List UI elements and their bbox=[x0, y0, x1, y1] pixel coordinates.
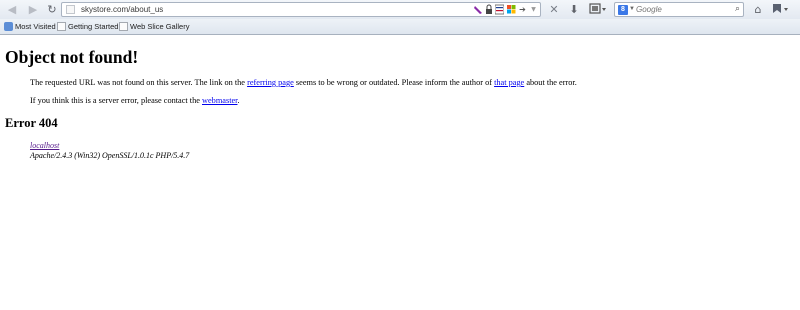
home-icon[interactable]: ⌂ bbox=[750, 2, 766, 17]
error-message: The requested URL was not found on this … bbox=[30, 77, 577, 88]
reload-icon[interactable]: ↻ bbox=[44, 2, 60, 17]
download-icon[interactable]: ⬇ bbox=[566, 2, 582, 17]
url-bar[interactable]: skystore.com/about_us ➔ ▼ bbox=[61, 2, 541, 17]
that-page-link[interactable]: that page bbox=[494, 78, 524, 87]
bookmark-getting-started[interactable]: Getting Started bbox=[68, 19, 118, 34]
message-text: . bbox=[237, 96, 240, 105]
server-error-message: If you think this is a server error, ple… bbox=[30, 95, 240, 106]
navigation-toolbar: ◀ ▶ ↻ skystore.com/about_us ➔ ▼ ✕ ⬇ 8 ▼ … bbox=[0, 0, 800, 19]
message-text: If you think this is a server error, ple… bbox=[30, 96, 202, 105]
most-visited-icon bbox=[4, 22, 13, 31]
bookmark-most-visited[interactable]: Most Visited bbox=[15, 19, 56, 34]
addon-icon[interactable] bbox=[474, 4, 483, 15]
message-text: seems to be wrong or outdated. Please in… bbox=[293, 78, 495, 87]
page-icon bbox=[119, 22, 128, 31]
engine-dropdown-icon[interactable]: ▼ bbox=[629, 4, 635, 15]
dropdown-icon[interactable]: ▼ bbox=[529, 4, 538, 15]
webmaster-link[interactable]: webmaster bbox=[202, 96, 237, 105]
search-bar[interactable]: 8 ▼ ⌕ bbox=[614, 2, 744, 17]
server-signature: Apache/2.4.3 (Win32) OpenSSL/1.0.1c PHP/… bbox=[30, 151, 190, 160]
stop-icon[interactable]: ✕ bbox=[546, 2, 562, 17]
forward-icon[interactable]: ▶ bbox=[25, 2, 41, 17]
url-text[interactable]: skystore.com/about_us bbox=[81, 3, 163, 16]
back-icon[interactable]: ◀ bbox=[4, 2, 20, 17]
go-arrow-icon[interactable]: ➔ bbox=[518, 4, 527, 15]
search-input[interactable] bbox=[636, 3, 724, 16]
library-icon[interactable] bbox=[588, 2, 608, 17]
lock-icon[interactable] bbox=[485, 4, 493, 15]
flag-icon[interactable] bbox=[494, 4, 505, 15]
message-text: about the error. bbox=[524, 78, 577, 87]
bookmark-menu-icon[interactable] bbox=[770, 2, 790, 17]
page-content: Object not found! The requested URL was … bbox=[0, 36, 800, 310]
search-icon[interactable]: ⌕ bbox=[735, 4, 740, 15]
message-text: The requested URL was not found on this … bbox=[30, 78, 248, 87]
google-engine-icon[interactable]: 8 bbox=[618, 5, 628, 15]
page-title: Object not found! bbox=[5, 47, 139, 67]
favicon-icon bbox=[66, 5, 75, 14]
windows-icon[interactable] bbox=[506, 4, 516, 15]
referring-page-link[interactable]: referring page bbox=[247, 78, 294, 87]
error-code-heading: Error 404 bbox=[5, 116, 58, 130]
bookmark-web-slice-gallery[interactable]: Web Slice Gallery bbox=[130, 19, 189, 34]
localhost-link[interactable]: localhost bbox=[30, 141, 59, 150]
server-address: localhost Apache/2.4.3 (Win32) OpenSSL/1… bbox=[30, 141, 189, 161]
bookmarks-toolbar: Most Visited Getting Started Web Slice G… bbox=[0, 19, 800, 35]
page-icon bbox=[57, 22, 66, 31]
